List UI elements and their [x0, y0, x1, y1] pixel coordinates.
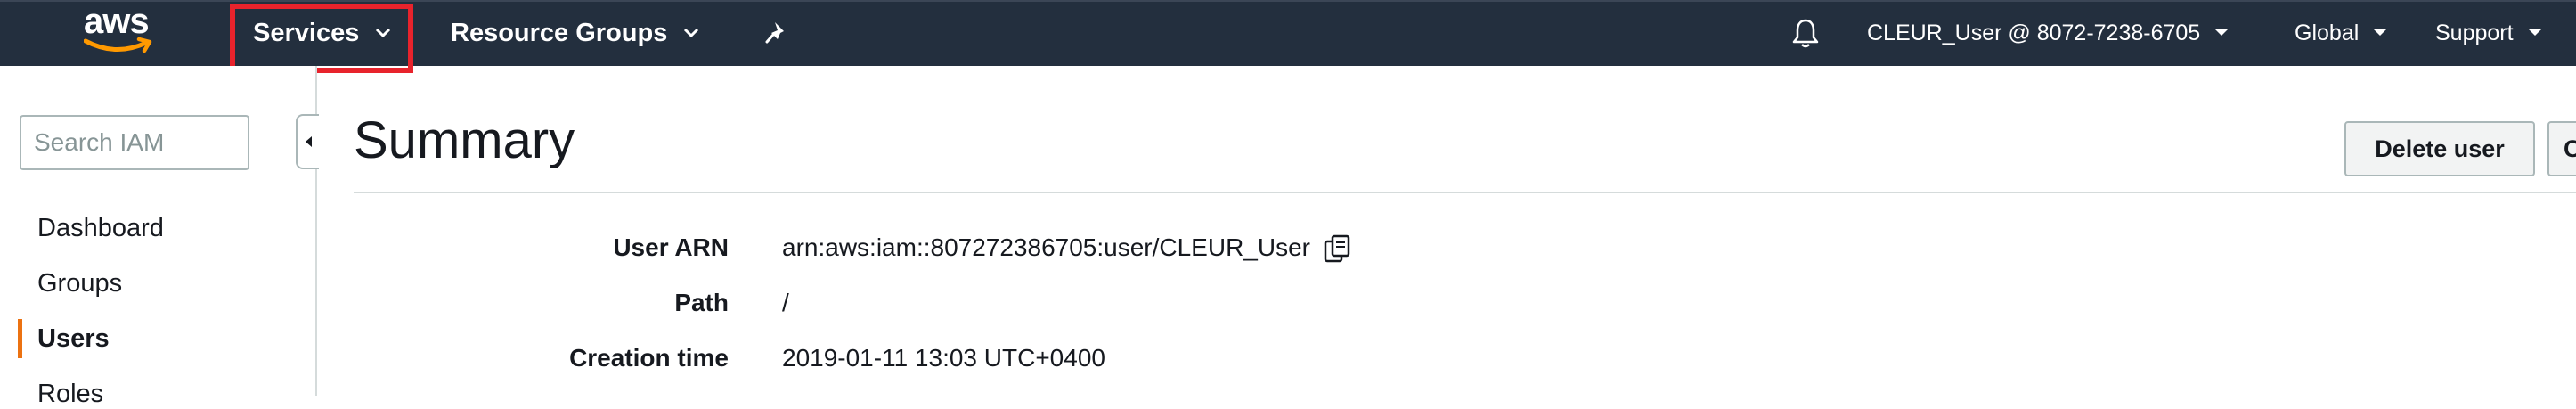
- sidebar: Dashboard Groups Users Roles: [0, 66, 317, 408]
- chevron-down-icon: [376, 28, 391, 38]
- search-iam-input[interactable]: [20, 115, 249, 170]
- aws-smile-icon: [84, 37, 152, 53]
- region-label: Global: [2295, 20, 2360, 45]
- services-label: Services: [253, 18, 360, 47]
- title-divider: [354, 192, 2576, 193]
- top-navigation-bar: aws Services Resource Groups CLEUR_User …: [0, 0, 2576, 66]
- secondary-action-button[interactable]: C: [2547, 121, 2576, 176]
- caret-left-icon: [306, 136, 312, 147]
- sidebar-item-dashboard[interactable]: Dashboard: [37, 214, 164, 243]
- notifications-button[interactable]: [1790, 0, 1821, 66]
- creation-time-value: 2019-01-11 13:03 UTC+0400: [782, 344, 1105, 372]
- support-menu[interactable]: Support: [2435, 0, 2542, 66]
- aws-logo-text: aws: [84, 2, 150, 41]
- path-value: /: [782, 289, 789, 316]
- sidebar-collapse-button[interactable]: [296, 114, 319, 169]
- sidebar-item-groups[interactable]: Groups: [37, 269, 122, 299]
- region-menu[interactable]: Global: [2295, 0, 2387, 66]
- bell-icon: [1792, 19, 1819, 48]
- user-arn-label: User ARN: [613, 233, 729, 261]
- copy-icon-graphic: [1324, 234, 1350, 263]
- chevron-down-icon: [2374, 29, 2387, 36]
- sidebar-item-users[interactable]: Users: [37, 324, 110, 354]
- path-label: Path: [674, 289, 729, 316]
- account-menu[interactable]: CLEUR_User @ 8072-7238-6705: [1867, 0, 2229, 66]
- page-title: Summary: [354, 111, 575, 169]
- pin-button[interactable]: [764, 0, 791, 66]
- creation-time-label: Creation time: [569, 344, 729, 372]
- sidebar-item-roles[interactable]: Roles: [37, 380, 103, 409]
- resource-groups-label: Resource Groups: [451, 18, 668, 47]
- services-menu[interactable]: Services: [253, 0, 391, 66]
- copy-icon[interactable]: [1322, 233, 1354, 266]
- resource-groups-menu[interactable]: Resource Groups: [451, 0, 699, 66]
- pin-icon: [765, 22, 784, 44]
- delete-user-button[interactable]: Delete user: [2344, 121, 2535, 176]
- chevron-down-icon: [2528, 29, 2541, 36]
- aws-logo[interactable]: aws: [82, 2, 159, 57]
- active-item-indicator: [18, 319, 22, 358]
- account-label: CLEUR_User @ 8072-7238-6705: [1867, 20, 2201, 45]
- chevron-down-icon: [684, 28, 699, 38]
- user-arn-value: arn:aws:iam::807272386705:user/CLEUR_Use…: [782, 233, 1310, 261]
- chevron-down-icon: [2215, 29, 2229, 36]
- support-label: Support: [2435, 20, 2514, 45]
